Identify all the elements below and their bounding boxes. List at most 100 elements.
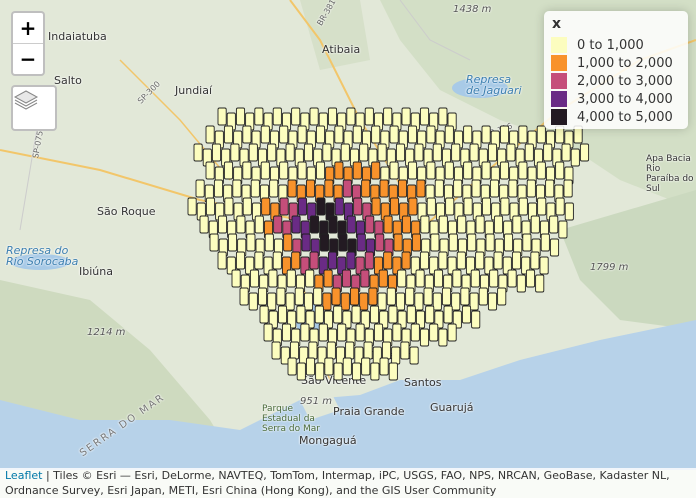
grid-cell[interactable] [564, 202, 574, 221]
grid-cell[interactable] [432, 143, 442, 162]
grid-cell[interactable] [315, 362, 325, 381]
grid-cell[interactable] [537, 197, 547, 216]
grid-cell[interactable] [381, 341, 392, 360]
grid-cell[interactable] [351, 305, 361, 324]
grid-cell[interactable] [579, 143, 590, 162]
grid-cell[interactable] [426, 197, 436, 216]
grid-cell[interactable] [438, 328, 448, 347]
grid-cell[interactable] [285, 292, 295, 311]
grid-cell[interactable] [363, 341, 373, 360]
grid-cell[interactable] [346, 215, 356, 234]
grid-cell[interactable] [305, 269, 315, 288]
grid-cell[interactable] [419, 107, 430, 126]
grid-cell[interactable] [248, 143, 258, 162]
grid-cell[interactable] [281, 323, 292, 342]
grid-cell[interactable] [549, 215, 559, 234]
grid-cell[interactable] [448, 233, 458, 252]
grid-cell[interactable] [340, 292, 350, 311]
grid-cell[interactable] [383, 215, 393, 234]
grid-cell[interactable] [429, 323, 439, 342]
grid-cell[interactable] [360, 269, 370, 288]
grid-cell[interactable] [314, 305, 324, 324]
grid-cell[interactable] [377, 143, 387, 162]
grid-cell[interactable] [205, 125, 215, 144]
grid-cell[interactable] [308, 341, 318, 360]
grid-cell[interactable] [195, 179, 205, 198]
grid-cell[interactable] [272, 107, 282, 126]
grid-cell[interactable] [239, 287, 249, 306]
grid-cell[interactable] [386, 287, 396, 306]
grid-cell[interactable] [249, 269, 260, 288]
grid-cell[interactable] [267, 292, 277, 311]
grid-cell[interactable] [264, 233, 274, 252]
grid-cell[interactable] [469, 143, 479, 162]
grid-cell[interactable] [447, 323, 457, 342]
grid-cell[interactable] [263, 323, 273, 342]
grid-cell[interactable] [334, 197, 344, 216]
grid-cell[interactable] [309, 251, 319, 270]
grid-cell[interactable] [205, 161, 215, 180]
grid-cell[interactable] [536, 125, 546, 144]
grid-cell[interactable] [426, 161, 436, 180]
grid-cell[interactable] [570, 148, 580, 167]
grid-cell[interactable] [268, 269, 278, 288]
grid-cell[interactable] [392, 323, 402, 342]
grid-cell[interactable] [193, 143, 203, 162]
grid-cell[interactable] [535, 274, 545, 293]
grid-cell[interactable] [503, 233, 514, 252]
grid-cell[interactable] [456, 251, 466, 270]
grid-cell[interactable] [303, 143, 314, 162]
grid-cell[interactable] [297, 125, 307, 144]
grid-cell[interactable] [397, 179, 408, 198]
grid-cell[interactable] [242, 161, 252, 180]
grid-cell[interactable] [232, 179, 242, 198]
grid-cell[interactable] [407, 161, 418, 180]
grid-cell[interactable] [338, 233, 348, 252]
grid-cell[interactable] [334, 125, 344, 144]
grid-cell[interactable] [254, 215, 264, 234]
grid-cell[interactable] [301, 233, 311, 252]
grid-cell[interactable] [224, 197, 234, 216]
grid-cell[interactable] [407, 125, 418, 144]
grid-cell[interactable] [507, 269, 517, 288]
grid-cell[interactable] [287, 179, 297, 198]
grid-cell[interactable] [352, 161, 362, 180]
grid-cell[interactable] [463, 161, 473, 180]
grid-cell[interactable] [346, 251, 356, 270]
grid-cell[interactable] [230, 143, 240, 162]
grid-cell[interactable] [223, 125, 234, 144]
grid-cell[interactable] [289, 341, 300, 360]
grid-cell[interactable] [401, 215, 412, 234]
grid-cell[interactable] [451, 292, 461, 311]
grid-cell[interactable] [545, 179, 555, 198]
grid-cell[interactable] [294, 287, 304, 306]
grid-cell[interactable] [267, 143, 277, 162]
grid-cell[interactable] [415, 269, 425, 288]
grid-cell[interactable] [276, 287, 286, 306]
grid-cell[interactable] [563, 179, 573, 198]
grid-cell[interactable] [400, 341, 410, 360]
grid-cell[interactable] [322, 292, 332, 311]
grid-cell[interactable] [457, 215, 467, 234]
grid-cell[interactable] [217, 251, 227, 270]
grid-cell[interactable] [368, 287, 378, 306]
grid-cell[interactable] [522, 233, 532, 252]
grid-cell[interactable] [555, 161, 565, 180]
grid-cell[interactable] [530, 215, 540, 234]
grid-cell[interactable] [231, 269, 241, 288]
grid-cell[interactable] [471, 310, 481, 329]
grid-cell[interactable] [236, 215, 246, 234]
grid-cell[interactable] [470, 269, 480, 288]
grid-cell[interactable] [352, 125, 362, 144]
grid-cell[interactable] [327, 107, 338, 126]
grid-cell[interactable] [313, 287, 323, 306]
grid-cell[interactable] [549, 238, 560, 257]
map[interactable]: Indaiatuba Atibaia Salto Jundiaí São Roq… [0, 0, 696, 498]
grid-cell[interactable] [377, 292, 387, 311]
grid-cell[interactable] [296, 362, 306, 381]
grid-cell[interactable] [383, 107, 393, 126]
grid-cell[interactable] [469, 292, 479, 311]
grid-cell[interactable] [511, 251, 522, 270]
grid-cell[interactable] [558, 220, 568, 239]
grid-cell[interactable] [452, 269, 462, 288]
